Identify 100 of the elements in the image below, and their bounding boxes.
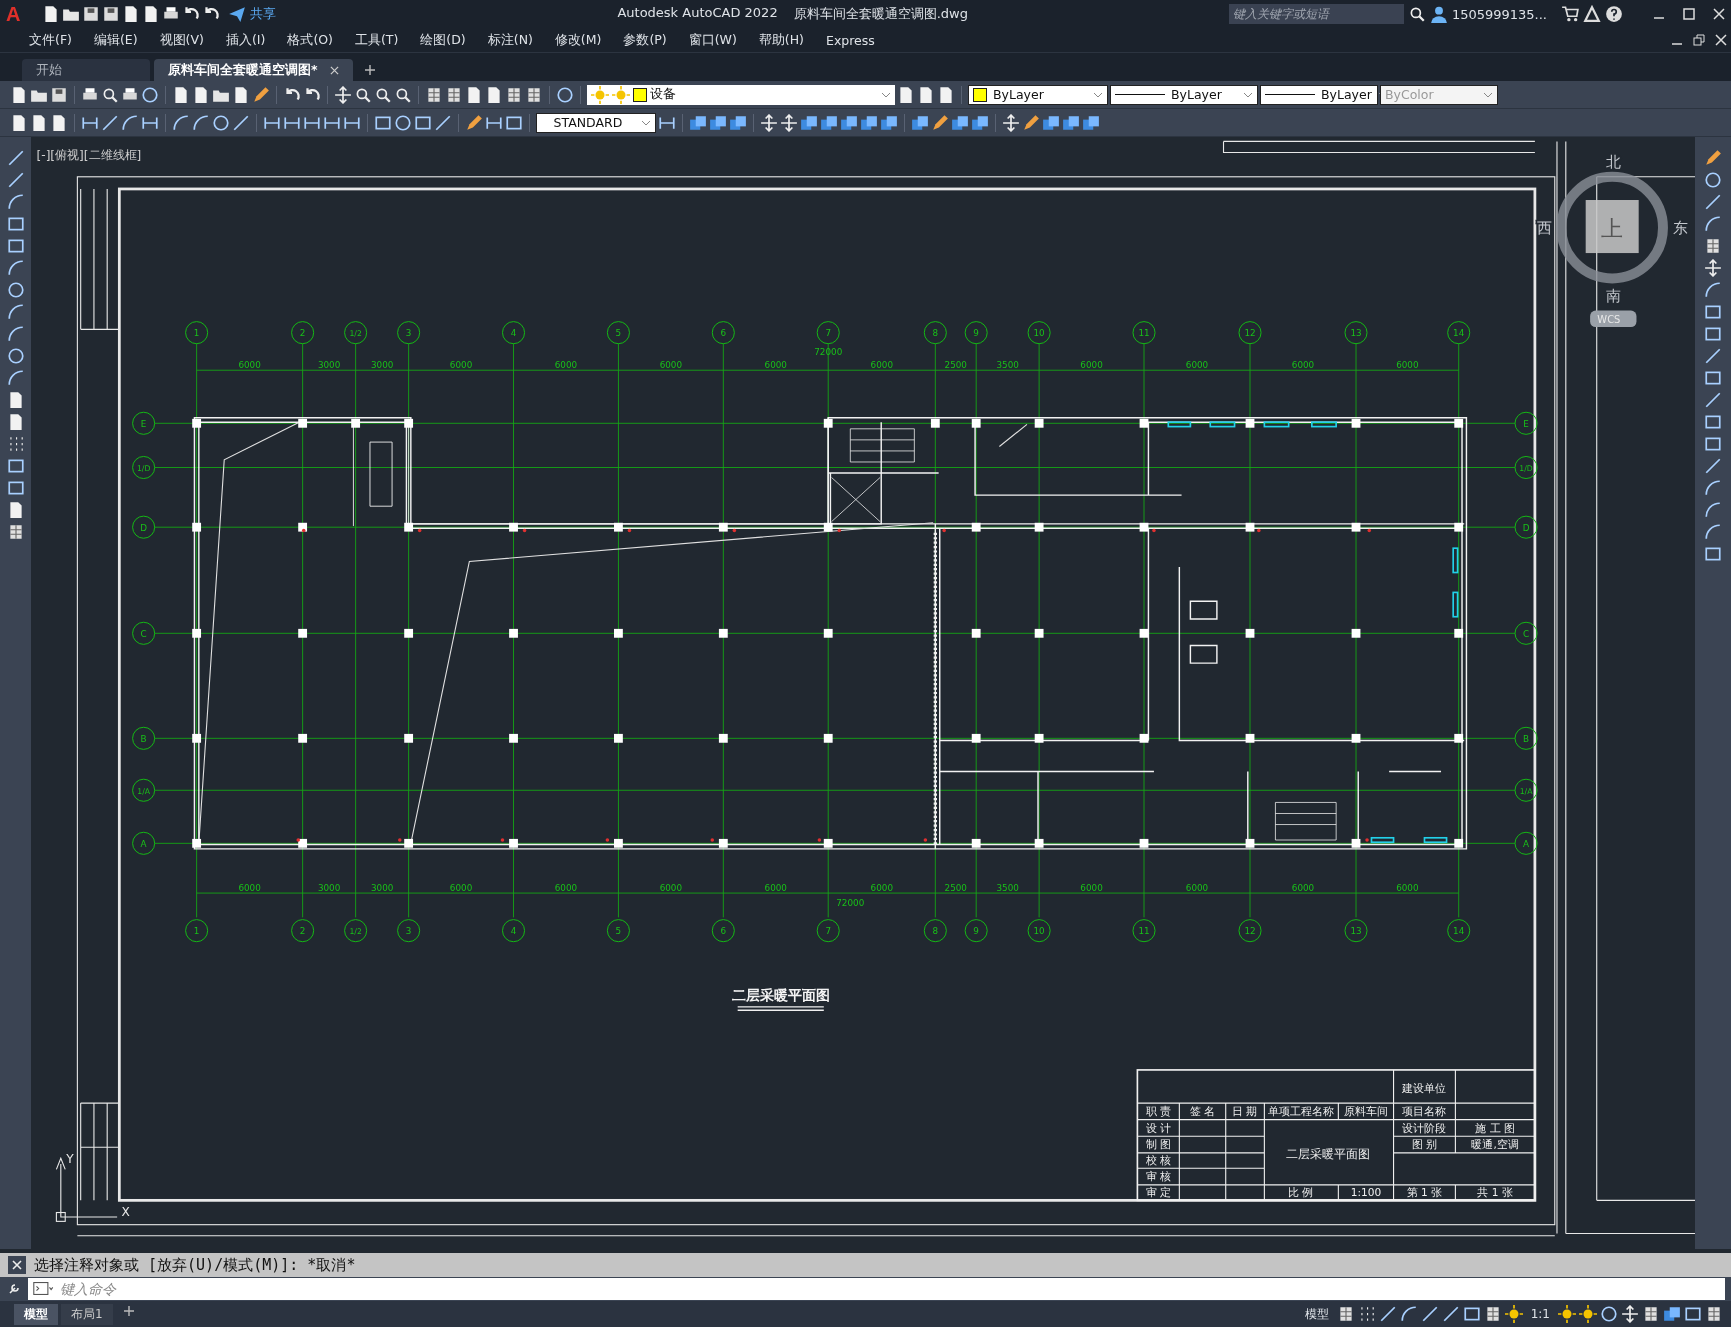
rectangle-icon[interactable]	[1704, 303, 1722, 321]
menu-item[interactable]: 修改(M)	[543, 31, 613, 49]
dropdown-field[interactable]: ByLayer	[1110, 84, 1258, 105]
document-icon[interactable]	[10, 85, 28, 104]
menu-item[interactable]: 标注(N)	[476, 31, 544, 49]
move-arrows-icon[interactable]	[334, 85, 352, 104]
line-icon[interactable]	[1420, 1305, 1439, 1323]
arc-icon[interactable]	[1399, 1305, 1418, 1323]
help-icon[interactable]	[1605, 5, 1623, 23]
document-icon[interactable]	[232, 85, 250, 104]
circle-icon[interactable]	[6, 281, 25, 299]
compass-label[interactable]: 东	[1673, 219, 1689, 238]
line-icon[interactable]	[1378, 1305, 1397, 1323]
rectangle-icon[interactable]	[6, 215, 25, 233]
share-link[interactable]: 共享	[250, 5, 277, 23]
grid-icon[interactable]	[1642, 1305, 1660, 1323]
cubes-icon[interactable]	[880, 113, 898, 132]
arc-icon[interactable]	[192, 113, 210, 132]
cubes-icon[interactable]	[689, 113, 707, 132]
cubes-icon[interactable]	[1082, 113, 1100, 132]
pencil-icon[interactable]	[931, 113, 949, 132]
sun-icon[interactable]	[1558, 1305, 1576, 1323]
document-icon[interactable]	[917, 85, 935, 104]
grid-icon[interactable]	[505, 85, 523, 104]
line-icon[interactable]	[1441, 1305, 1460, 1323]
arc-icon[interactable]	[1704, 479, 1722, 497]
arc-icon[interactable]	[6, 259, 25, 277]
close-icon[interactable]	[1715, 34, 1727, 46]
move-arrows-icon[interactable]	[1002, 113, 1020, 132]
arc-icon[interactable]	[6, 193, 25, 211]
menu-item[interactable]: 工具(T)	[343, 31, 410, 49]
terminal-icon[interactable]	[28, 1278, 58, 1300]
rectangle-icon[interactable]	[1684, 1305, 1702, 1323]
cubes-icon[interactable]	[951, 113, 969, 132]
menu-item[interactable]: 格式(O)	[276, 31, 344, 49]
line-icon[interactable]	[101, 113, 119, 132]
app-logo[interactable]: A	[6, 2, 21, 26]
rectangle-icon[interactable]	[1704, 545, 1722, 563]
cart-icon[interactable]	[1561, 5, 1579, 23]
menu-item[interactable]: 帮助(H)	[747, 31, 815, 49]
grid-icon[interactable]	[1705, 1305, 1723, 1323]
arc-icon[interactable]	[172, 113, 190, 132]
cubes-icon[interactable]	[911, 113, 929, 132]
rectangle-icon[interactable]	[1704, 435, 1722, 453]
pencil-icon[interactable]	[252, 85, 270, 104]
circle-icon[interactable]	[394, 113, 412, 132]
rectangle-icon[interactable]	[1462, 1305, 1481, 1323]
view-cube[interactable]	[1556, 171, 1668, 284]
cubes-icon[interactable]	[820, 113, 838, 132]
arc-icon[interactable]	[1704, 215, 1722, 233]
user-name[interactable]: 1505999135...	[1451, 6, 1547, 22]
document-icon[interactable]	[192, 85, 210, 104]
document-icon[interactable]	[485, 85, 503, 104]
maximize-icon[interactable]	[1683, 8, 1695, 20]
dropdown-field[interactable]: STANDARD	[536, 112, 656, 133]
compass-label[interactable]: 西	[1537, 219, 1553, 238]
model-space-button[interactable]: 模型	[1299, 1305, 1334, 1323]
document-tab[interactable]: 原料车间全套暖通空调图*	[154, 59, 353, 81]
document-tab[interactable]: 开始	[22, 59, 150, 81]
document-icon[interactable]	[50, 113, 68, 132]
cubes-icon[interactable]	[1042, 113, 1060, 132]
menu-item[interactable]: 参数(P)	[612, 31, 678, 49]
cubes-icon[interactable]	[729, 113, 747, 132]
restore-icon[interactable]	[1693, 34, 1705, 46]
move-arrows-icon[interactable]	[780, 113, 798, 132]
document-icon[interactable]	[937, 85, 955, 104]
document-icon[interactable]	[172, 85, 190, 104]
document-icon[interactable]	[30, 113, 48, 132]
menu-item[interactable]: 绘图(D)	[409, 31, 477, 49]
arc-icon[interactable]	[1704, 523, 1722, 541]
cubes-icon[interactable]	[709, 113, 727, 132]
layout-tab[interactable]: 模型	[14, 1303, 58, 1325]
plus-icon[interactable]	[123, 1306, 134, 1316]
menu-item[interactable]: 编辑(E)	[82, 31, 149, 49]
grid-icon[interactable]	[425, 85, 443, 104]
arc-icon[interactable]	[6, 369, 25, 387]
circle-icon[interactable]	[556, 85, 574, 104]
close-icon[interactable]	[8, 1256, 26, 1274]
cubes-icon[interactable]	[840, 113, 858, 132]
line-icon[interactable]	[1704, 347, 1722, 365]
menu-item[interactable]: 视图(V)	[148, 31, 215, 49]
rectangle-icon[interactable]	[1704, 369, 1722, 387]
menu-item[interactable]: 窗口(W)	[677, 31, 748, 49]
line-icon[interactable]	[434, 113, 452, 132]
rectangle-icon[interactable]	[6, 237, 25, 255]
close-icon[interactable]	[329, 65, 339, 75]
rectangle-icon[interactable]	[6, 457, 25, 475]
document-icon[interactable]	[897, 85, 915, 104]
cubes-icon[interactable]	[971, 113, 989, 132]
menu-item[interactable]: 插入(I)	[214, 31, 277, 49]
layout-tab[interactable]: 布局1	[61, 1303, 113, 1325]
grid-icon[interactable]	[525, 85, 543, 104]
pencil-icon[interactable]	[465, 113, 483, 132]
rectangle-icon[interactable]	[6, 479, 25, 497]
circle-icon[interactable]	[6, 347, 25, 365]
line-icon[interactable]	[1704, 391, 1722, 409]
grid-icon[interactable]	[1704, 237, 1722, 255]
pencil-icon[interactable]	[1704, 149, 1722, 167]
move-arrows-icon[interactable]	[760, 113, 778, 132]
sun-icon[interactable]	[1579, 1305, 1597, 1323]
